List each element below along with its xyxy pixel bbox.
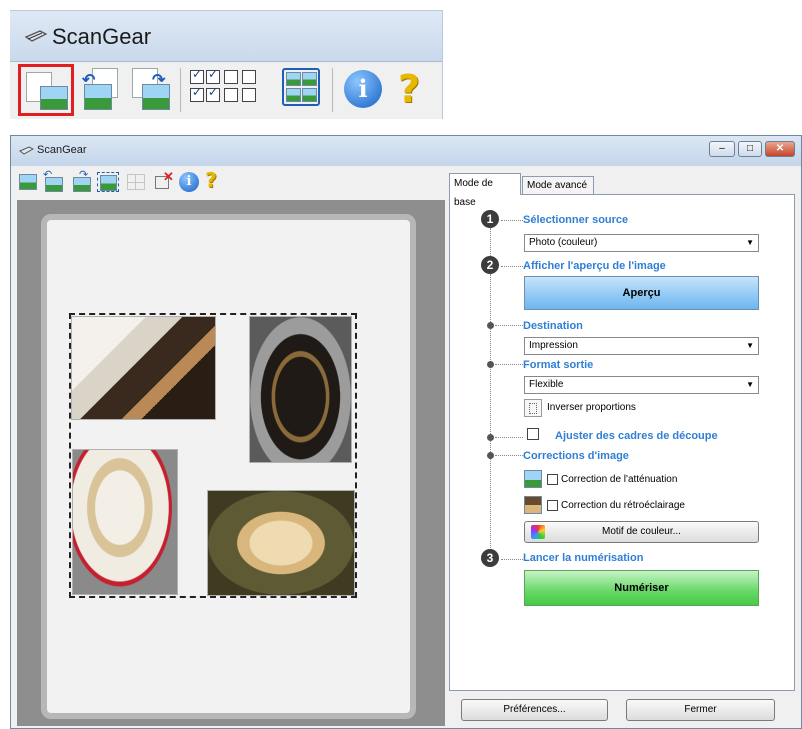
- zoom-toolbar: ↶ ↷ i ?: [10, 61, 442, 119]
- preview-button[interactable]: Aperçu: [524, 276, 759, 310]
- window-title-bar: ScanGear – □ ✕: [11, 136, 801, 166]
- select-all-frames-icon[interactable]: [125, 172, 147, 192]
- remove-frame-icon[interactable]: ✕: [153, 169, 175, 192]
- minimize-button[interactable]: –: [709, 141, 735, 157]
- color-pattern-button[interactable]: Motif de couleur...: [524, 521, 759, 543]
- invert-aspect-icon[interactable]: [524, 399, 542, 417]
- destination-select[interactable]: Impression ▼: [524, 337, 759, 355]
- auto-crop-icon[interactable]: [282, 68, 322, 108]
- step-3-badge: 3: [481, 549, 499, 567]
- help-icon[interactable]: ?: [394, 66, 424, 112]
- window-title: ScanGear: [37, 144, 87, 156]
- color-pattern-label: Motif de couleur...: [602, 526, 681, 537]
- crop-frames-checkbox[interactable]: [527, 428, 539, 440]
- rotate-left-icon[interactable]: ↶: [82, 68, 122, 112]
- close-button[interactable]: Fermer: [626, 699, 775, 721]
- fading-correction-checkbox[interactable]: [547, 474, 558, 485]
- zoom-title-bar: ScanGear: [10, 11, 442, 61]
- corrections-heading: Corrections d'image: [523, 450, 629, 462]
- auto-crop-icon[interactable]: [97, 172, 119, 192]
- step2-heading: Afficher l'aperçu de l'image: [523, 260, 666, 272]
- scangear-window: ScanGear – □ ✕ ↶ ↷ ✕ i ? Mode de base Mo…: [10, 135, 802, 729]
- step-2-badge: 2: [481, 256, 499, 274]
- source-select-value: Photo (couleur): [529, 237, 598, 248]
- toolbar-zoom-inset: ScanGear ↶ ↷ ✓ ✓ ✓ ✓ i ?: [10, 10, 443, 119]
- scan-button[interactable]: Numériser: [524, 570, 759, 606]
- rotate-right-icon[interactable]: ↷: [69, 169, 91, 192]
- view-image-icon[interactable]: [26, 72, 68, 110]
- step1-heading: Sélectionner source: [523, 214, 629, 226]
- rotate-left-icon[interactable]: ↶: [43, 169, 65, 192]
- toolbar: ↶ ↷ ✕ i ?: [13, 166, 443, 200]
- chevron-down-icon: ▼: [746, 380, 754, 389]
- destination-select-value: Impression: [529, 340, 578, 351]
- invert-aspect-label: Inverser proportions: [547, 402, 636, 413]
- tab-mode-avance[interactable]: Mode avancé: [522, 176, 594, 194]
- help-icon[interactable]: ?: [203, 170, 219, 192]
- output-format-select-value: Flexible: [529, 379, 564, 390]
- output-format-heading: Format sortie: [523, 359, 594, 371]
- crop-frame[interactable]: [69, 313, 357, 598]
- rotate-right-icon[interactable]: ↷: [128, 68, 172, 112]
- information-icon[interactable]: i: [344, 70, 382, 108]
- backlight-correction-label: Correction du rétroéclairage: [561, 500, 685, 511]
- color-pattern-icon: [531, 525, 545, 539]
- chevron-down-icon: ▼: [746, 238, 754, 247]
- zoom-app-title: ScanGear: [52, 24, 152, 49]
- tab-mode-de-base[interactable]: Mode de base: [449, 173, 521, 208]
- step3-heading: Lancer la numérisation: [523, 552, 644, 564]
- step-1-badge: 1: [481, 210, 499, 228]
- crop-frames-label: Ajuster des cadres de découpe: [555, 430, 718, 442]
- chevron-down-icon: ▼: [746, 341, 754, 350]
- backlight-correction-checkbox[interactable]: [547, 500, 558, 511]
- scangear-logo-icon: [24, 30, 48, 42]
- maximize-button[interactable]: □: [738, 141, 762, 157]
- scangear-logo-icon: [19, 146, 34, 155]
- backlight-correction-icon: [524, 496, 542, 514]
- information-icon[interactable]: i: [179, 172, 199, 192]
- destination-heading: Destination: [523, 320, 583, 332]
- preferences-button[interactable]: Préférences...: [461, 699, 608, 721]
- source-select[interactable]: Photo (couleur) ▼: [524, 234, 759, 252]
- output-format-select[interactable]: Flexible ▼: [524, 376, 759, 394]
- clear-all-frames-icon[interactable]: [224, 70, 264, 110]
- view-image-icon[interactable]: [17, 172, 39, 192]
- fading-correction-label: Correction de l'atténuation: [561, 474, 678, 485]
- fading-correction-icon: [524, 470, 542, 488]
- close-window-button[interactable]: ✕: [765, 141, 795, 157]
